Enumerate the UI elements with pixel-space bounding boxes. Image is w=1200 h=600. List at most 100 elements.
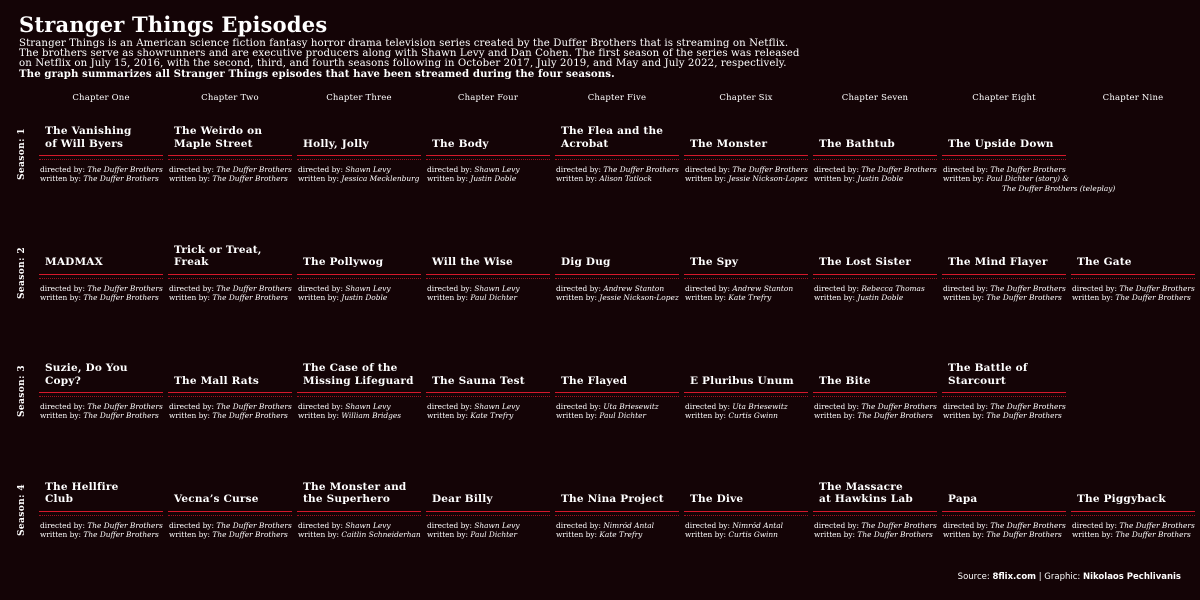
writer-name: Kate Trefry (599, 529, 643, 539)
written-by: The Duffer Brothers (teleplay) (943, 184, 1115, 193)
writer-name: Curtis Gwinn (728, 411, 778, 421)
written-by: written by: Alison Tatlock (556, 174, 652, 184)
writer-name: Jessica Mecklenburg (341, 174, 420, 184)
chapter-header: Chapter Two (201, 93, 259, 103)
episode-title: The Upside Down (948, 137, 1054, 150)
directed-by: directed by: The Duffer Brothers (814, 402, 937, 411)
episode-rule (555, 510, 679, 516)
episode-rule (555, 392, 679, 397)
directed-by: directed by: The Duffer Brothers (40, 402, 163, 411)
directed-by: directed by: Shawn Levy (427, 165, 520, 174)
episode-title: The Nina Project (561, 493, 664, 505)
chapter-header: Chapter One (72, 93, 130, 103)
episode-rule (555, 155, 679, 160)
episode-rule (942, 155, 1066, 160)
episode-credits: directed by: Nimród Antal written by: Kat… (556, 521, 686, 540)
directed-by: directed by: Nimród Antal (685, 520, 784, 530)
episode-rule (813, 155, 937, 160)
episode-rule (813, 392, 937, 397)
director-name: The Duffer Brothers (990, 520, 1066, 530)
subtitle-summary: The graph summarizes all Stranger Things… (19, 68, 615, 80)
episode-title: The Bathtub (819, 137, 895, 150)
writer-name: Justin Doble (857, 292, 904, 302)
episode-title: The Mall Rats (174, 374, 259, 387)
episode-title: The Monster and the Superhero (303, 480, 407, 506)
episode-card: Papa directed by: The Duffer Brothers writ… (942, 471, 1066, 539)
episode-card: The Vanishing of Will Byers directed by: T… (39, 115, 163, 183)
episode-rule (426, 155, 550, 160)
written-by: written by: Jessie Nickson-Lopez (556, 292, 679, 302)
episode-card: The Spy directed by: Andrew Stanton writte… (684, 234, 808, 302)
episode-credits: directed by: The Duffer Brothers written … (556, 165, 686, 184)
writer-name: The Duffer Brothers (83, 411, 159, 421)
episode-title: The Vanishing of Will Byers (45, 125, 132, 150)
episode-card: The Battle of Starcourt directed by: The D… (942, 352, 1066, 420)
writer-name: The Duffer Brothers (teleplay) (1002, 183, 1116, 193)
writer-name: The Duffer Brothers (212, 292, 288, 302)
writer-name: The Duffer Brothers (83, 174, 159, 184)
episode-card: The Bite directed by: The Duffer Brothers… (813, 352, 937, 420)
episode-rule (39, 155, 163, 160)
episode-credits: directed by: The Duffer Brothers written … (1072, 521, 1200, 540)
episode-rule (168, 155, 292, 160)
director-name: The Duffer Brothers (87, 283, 163, 293)
directed-by: directed by: The Duffer Brothers (1072, 283, 1195, 293)
writer-name: Kate Trefry (728, 292, 772, 302)
episode-card: The Monster directed by: The Duffer Broth… (684, 115, 808, 183)
episode-card: The Case of the Missing Lifeguard directed… (297, 352, 421, 420)
episode-card: The Mall Rats directed by: The Duffer Bro… (168, 352, 292, 420)
episode-card: The Gate directed by: The Duffer Brothers… (1071, 234, 1195, 302)
directed-by: directed by: The Duffer Brothers (556, 165, 679, 174)
episode-title: MADMAX (45, 256, 103, 268)
director-name: Nimród Antal (732, 520, 784, 530)
episode-card: The Flea and the Acrobat directed by: The … (555, 115, 679, 183)
episode-credits: directed by: Shawn Levy written by: Caitl… (298, 521, 428, 540)
chart-subtitle: Stranger Things is an American science f… (19, 38, 799, 80)
episode-card: The Monster and the Superhero directed by:… (297, 471, 421, 539)
directed-by: directed by: The Duffer Brothers (40, 520, 163, 530)
directed-by: directed by: Shawn Levy (427, 283, 520, 293)
graphic-label: Graphic: (1044, 572, 1081, 582)
season-label-text: Season: 3 (17, 365, 27, 417)
chapter-header: Chapter Eight (972, 93, 1036, 103)
director-name: The Duffer Brothers (87, 402, 163, 411)
director-name: The Duffer Brothers (861, 402, 937, 411)
episode-credits: directed by: Shawn Levy written by: Paul … (427, 521, 557, 540)
episode-rule (168, 392, 292, 397)
episode-credits: directed by: Uta Briesewitz written by: P… (556, 402, 686, 421)
episode-card: Vecna’s Curse directed by: The Duffer Bro… (168, 471, 292, 539)
episode-card: The Bathtub directed by: The Duffer Broth… (813, 115, 937, 183)
writer-name: William Bridges (341, 411, 402, 421)
episode-credits: directed by: Shawn Levy written by: Jessi… (298, 165, 428, 184)
episode-title: The Monster (690, 137, 768, 150)
episode-title: The Case of the Missing Lifeguard (303, 362, 414, 387)
director-name: Shawn Levy (345, 283, 391, 293)
director-name: The Duffer Brothers (216, 520, 292, 530)
writer-name: Paul Dichter (470, 292, 517, 302)
episode-rule (684, 155, 808, 160)
episode-card: The Piggyback directed by: The Duffer Bro… (1071, 471, 1195, 539)
episode-title: The Flayed (561, 374, 628, 387)
episode-rule (426, 392, 550, 397)
episode-title: The Lost Sister (819, 256, 912, 268)
chapter-header: Chapter Three (326, 93, 392, 103)
episode-title: The Pollywog (303, 256, 384, 268)
writer-name: The Duffer Brothers (1115, 529, 1191, 539)
episode-credits: directed by: The Duffer Brothers written … (169, 165, 299, 184)
writer-name: The Duffer Brothers (986, 411, 1062, 421)
written-by: written by: Kate Trefry (685, 292, 772, 302)
episode-rule (813, 510, 937, 516)
episode-title: Dig Dug (561, 256, 611, 268)
director-name: Uta Briesewitz (732, 402, 788, 411)
chapter-header: Chapter Five (587, 93, 647, 103)
episode-credits: directed by: Uta Briesewitz written by: C… (685, 402, 815, 421)
episode-card: E Pluribus Unum directed by: Uta Briesewi… (684, 352, 808, 420)
written-by: written by: Jessie Nickson-Lopez (685, 174, 808, 184)
episode-credits: directed by: The Duffer Brothers written … (943, 402, 1073, 421)
writer-name: The Duffer Brothers (1115, 292, 1191, 302)
directed-by: directed by: The Duffer Brothers (1072, 520, 1195, 530)
episode-title: The Gate (1077, 256, 1132, 268)
director-name: The Duffer Brothers (861, 165, 937, 174)
episode-rule (39, 392, 163, 397)
directed-by: directed by: Shawn Levy (298, 402, 391, 411)
